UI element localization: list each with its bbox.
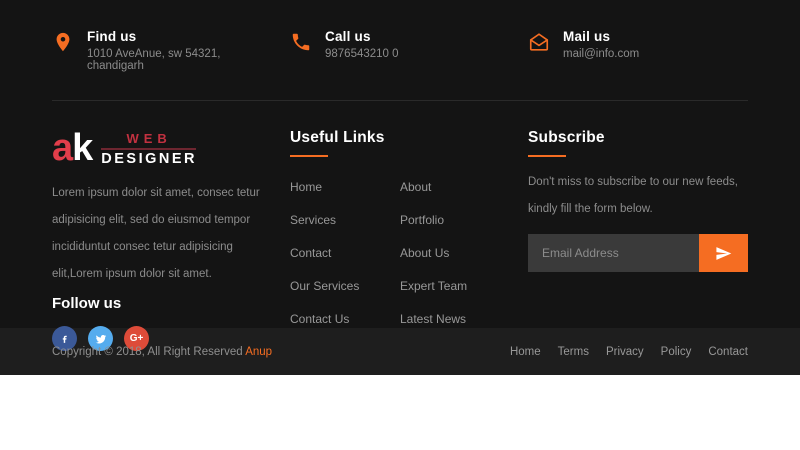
link-expert-team[interactable]: Expert Team [400, 279, 467, 293]
subscribe-heading: Subscribe [528, 129, 605, 146]
contact-item-find-us: Find us 1010 AveAnue, sw 54321, chandiga… [52, 29, 272, 72]
useful-links-list-2: About Portfolio About Us Expert Team Lat… [400, 178, 510, 343]
useful-links-column: Useful Links Home Services Contact Our S… [290, 129, 510, 351]
subscribe-description: Don't miss to subscribe to our new feeds… [528, 176, 738, 215]
contact-subtitle: mail@info.com [563, 48, 640, 60]
google-plus-icon: G+ [129, 333, 144, 344]
footer-main: ak WEB DESIGNER Lorem ipsum dolor sit am… [52, 101, 748, 351]
logo: ak WEB DESIGNER [52, 129, 272, 167]
contact-title: Mail us [563, 29, 611, 44]
copyright-brand-link[interactable]: Anup [245, 346, 272, 358]
about-description: Lorem ipsum dolor sit amet, consec tetur… [52, 187, 260, 280]
subscribe-send-button[interactable] [699, 234, 748, 272]
useful-links-list-1: Home Services Contact Our Services Conta… [290, 178, 400, 343]
phone-icon [290, 31, 312, 55]
subscribe-column: Subscribe Don't miss to subscribe to our… [528, 129, 748, 351]
bottom-link-privacy[interactable]: Privacy [606, 346, 644, 358]
map-marker-icon [52, 31, 74, 55]
contact-bar: Find us 1010 AveAnue, sw 54321, chandiga… [52, 0, 748, 101]
mail-icon [528, 31, 550, 55]
bottom-nav: Home Terms Privacy Policy Contact [510, 346, 748, 358]
bottom-link-home[interactable]: Home [510, 346, 541, 358]
heading-underline [528, 155, 566, 157]
link-services[interactable]: Services [290, 213, 336, 227]
facebook-icon [62, 335, 67, 343]
follow-us-heading: Follow us [52, 295, 122, 312]
subscribe-form [528, 234, 748, 272]
heading-underline [290, 155, 328, 157]
contact-subtitle: 1010 AveAnue, sw 54321, chandigarh [87, 48, 221, 72]
send-icon [716, 246, 732, 260]
link-contact-us[interactable]: Contact Us [290, 312, 349, 326]
logo-mark: ak [52, 127, 93, 169]
copyright: Copyright © 2018, All Right Reserved Anu… [52, 345, 273, 358]
logo-wordmark: WEB DESIGNER [101, 131, 198, 167]
logo-divider [101, 148, 197, 150]
link-portfolio[interactable]: Portfolio [400, 213, 444, 227]
link-home[interactable]: Home [290, 180, 322, 194]
contact-title: Find us [87, 29, 137, 44]
bottom-link-policy[interactable]: Policy [661, 346, 692, 358]
contact-item-call-us: Call us 9876543210 0 [290, 29, 510, 72]
link-about-us[interactable]: About Us [400, 246, 449, 260]
contact-subtitle: 9876543210 0 [325, 48, 399, 60]
site-footer: Find us 1010 AveAnue, sw 54321, chandiga… [0, 0, 800, 375]
useful-links-heading: Useful Links [290, 129, 385, 146]
about-column: ak WEB DESIGNER Lorem ipsum dolor sit am… [52, 129, 272, 351]
email-input[interactable] [528, 234, 699, 272]
contact-item-mail-us: Mail us mail@info.com [528, 29, 748, 72]
link-our-services[interactable]: Our Services [290, 279, 359, 293]
bottom-link-terms[interactable]: Terms [558, 346, 589, 358]
contact-title: Call us [325, 29, 371, 44]
bottom-link-contact[interactable]: Contact [708, 346, 748, 358]
link-contact[interactable]: Contact [290, 246, 331, 260]
link-about[interactable]: About [400, 180, 431, 194]
link-latest-news[interactable]: Latest News [400, 312, 466, 326]
twitter-icon [95, 334, 106, 343]
